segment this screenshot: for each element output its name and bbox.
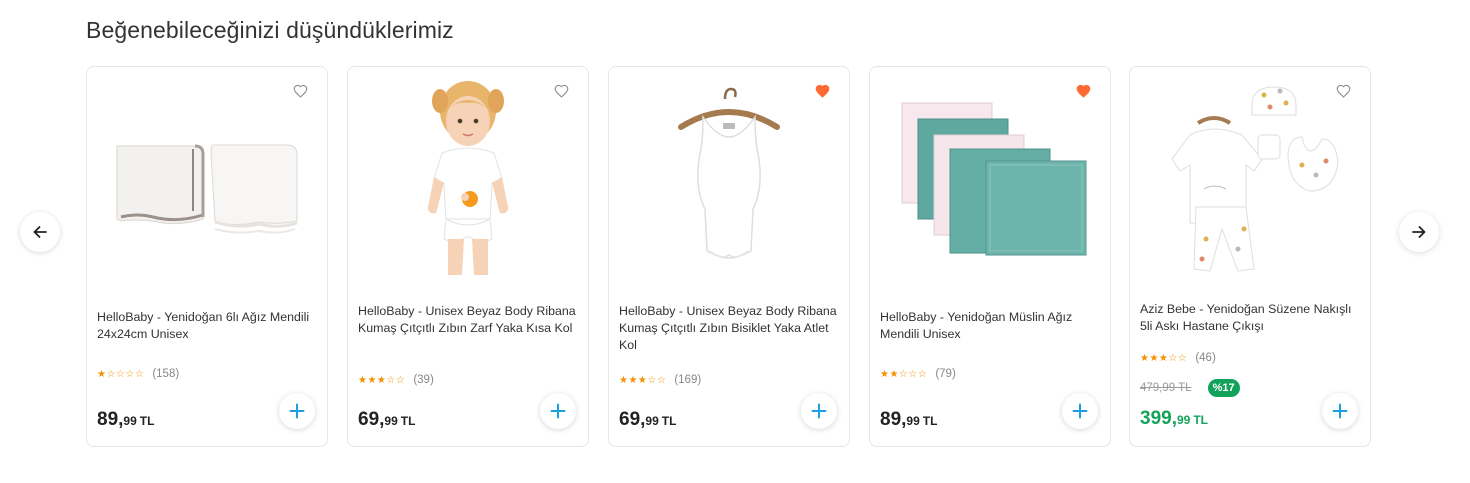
rating-stars: ★★★☆☆ [358,374,406,386]
rating: ★☆☆☆☆ (158) [97,368,179,380]
price-decimal: 99 [1176,413,1191,427]
old-price-row: 479,99 TL %17 [1140,379,1240,397]
add-to-cart-button[interactable] [1322,393,1358,429]
product-image[interactable] [368,79,568,279]
price-integer: 399, [1140,408,1177,429]
product-card[interactable]: HelloBaby - Unisex Beyaz Body Ribana Kum… [608,66,850,447]
product-name[interactable]: Aziz Bebe - Yenidoğan Süzene Nakışlı 5li… [1140,301,1358,335]
add-to-cart-button[interactable] [279,393,315,429]
product-image[interactable] [890,79,1090,279]
plus-icon [1072,403,1088,419]
plus-icon [289,403,305,419]
price: 69,99 TL [358,409,415,431]
price-integer: 69, [358,409,385,430]
price-currency: TL [922,414,938,428]
price-integer: 69, [619,409,646,430]
plus-icon [1332,403,1348,419]
product-card[interactable]: HelloBaby - Unisex Beyaz Body Ribana Kum… [347,66,589,447]
rating: ★★★☆☆ (39) [358,374,434,386]
price-decimal: 99 [123,414,137,428]
old-price: 479,99 TL [1140,382,1192,394]
price-currency: TL [400,414,416,428]
review-count: (39) [413,374,434,386]
rating: ★★★☆☆ (46) [1140,352,1216,364]
price-currency: TL [1193,413,1209,427]
carousel-next-button[interactable] [1399,212,1439,252]
price: 89,99 TL [880,409,937,431]
plus-icon [550,403,566,419]
review-count: (158) [152,368,180,380]
product-image[interactable] [629,79,829,279]
rating-stars: ★☆☆☆☆ [97,368,145,380]
product-name[interactable]: HelloBaby - Yenidoğan Müslin Ağız Mendil… [880,309,1098,343]
product-card[interactable]: HelloBaby - Yenidoğan Müslin Ağız Mendil… [869,66,1111,447]
product-name[interactable]: HelloBaby - Unisex Beyaz Body Ribana Kum… [619,303,837,354]
arrow-left-icon [33,226,47,238]
rating-stars: ★★★☆☆ [619,374,667,386]
rating-stars: ★★★☆☆ [1140,352,1188,364]
review-count: (169) [674,374,702,386]
review-count: (46) [1195,352,1216,364]
price-integer: 89, [97,409,124,430]
product-card[interactable]: HelloBaby - Yenidoğan 6lı Ağız Mendili 2… [86,66,328,447]
add-to-cart-button[interactable] [801,393,837,429]
carousel-prev-button[interactable] [20,212,60,252]
price-decimal: 99 [906,414,920,428]
rating: ★★☆☆☆ (79) [880,368,956,380]
product-name[interactable]: HelloBaby - Yenidoğan 6lı Ağız Mendili 2… [97,309,315,343]
product-card[interactable]: Aziz Bebe - Yenidoğan Süzene Nakışlı 5li… [1129,66,1371,447]
plus-icon [811,403,827,419]
discount-badge: %17 [1207,379,1240,397]
price-decimal: 99 [645,414,659,428]
price-currency: TL [139,414,155,428]
price-decimal: 99 [384,414,398,428]
product-name[interactable]: HelloBaby - Unisex Beyaz Body Ribana Kum… [358,303,576,337]
product-image[interactable] [107,79,307,279]
price: 69,99 TL [619,409,676,431]
rating: ★★★☆☆ (169) [619,374,701,386]
review-count: (79) [935,368,956,380]
rating-stars: ★★☆☆☆ [880,368,928,380]
add-to-cart-button[interactable] [1062,393,1098,429]
price: 89,99 TL [97,409,154,431]
section-title: Beğenebileceğinizi düşündüklerimiz [86,17,454,43]
price-integer: 89, [880,409,907,430]
price-currency: TL [661,414,677,428]
price: 399,99 TL [1140,408,1208,430]
product-image[interactable] [1150,79,1350,279]
arrow-right-icon [1412,226,1426,238]
add-to-cart-button[interactable] [540,393,576,429]
